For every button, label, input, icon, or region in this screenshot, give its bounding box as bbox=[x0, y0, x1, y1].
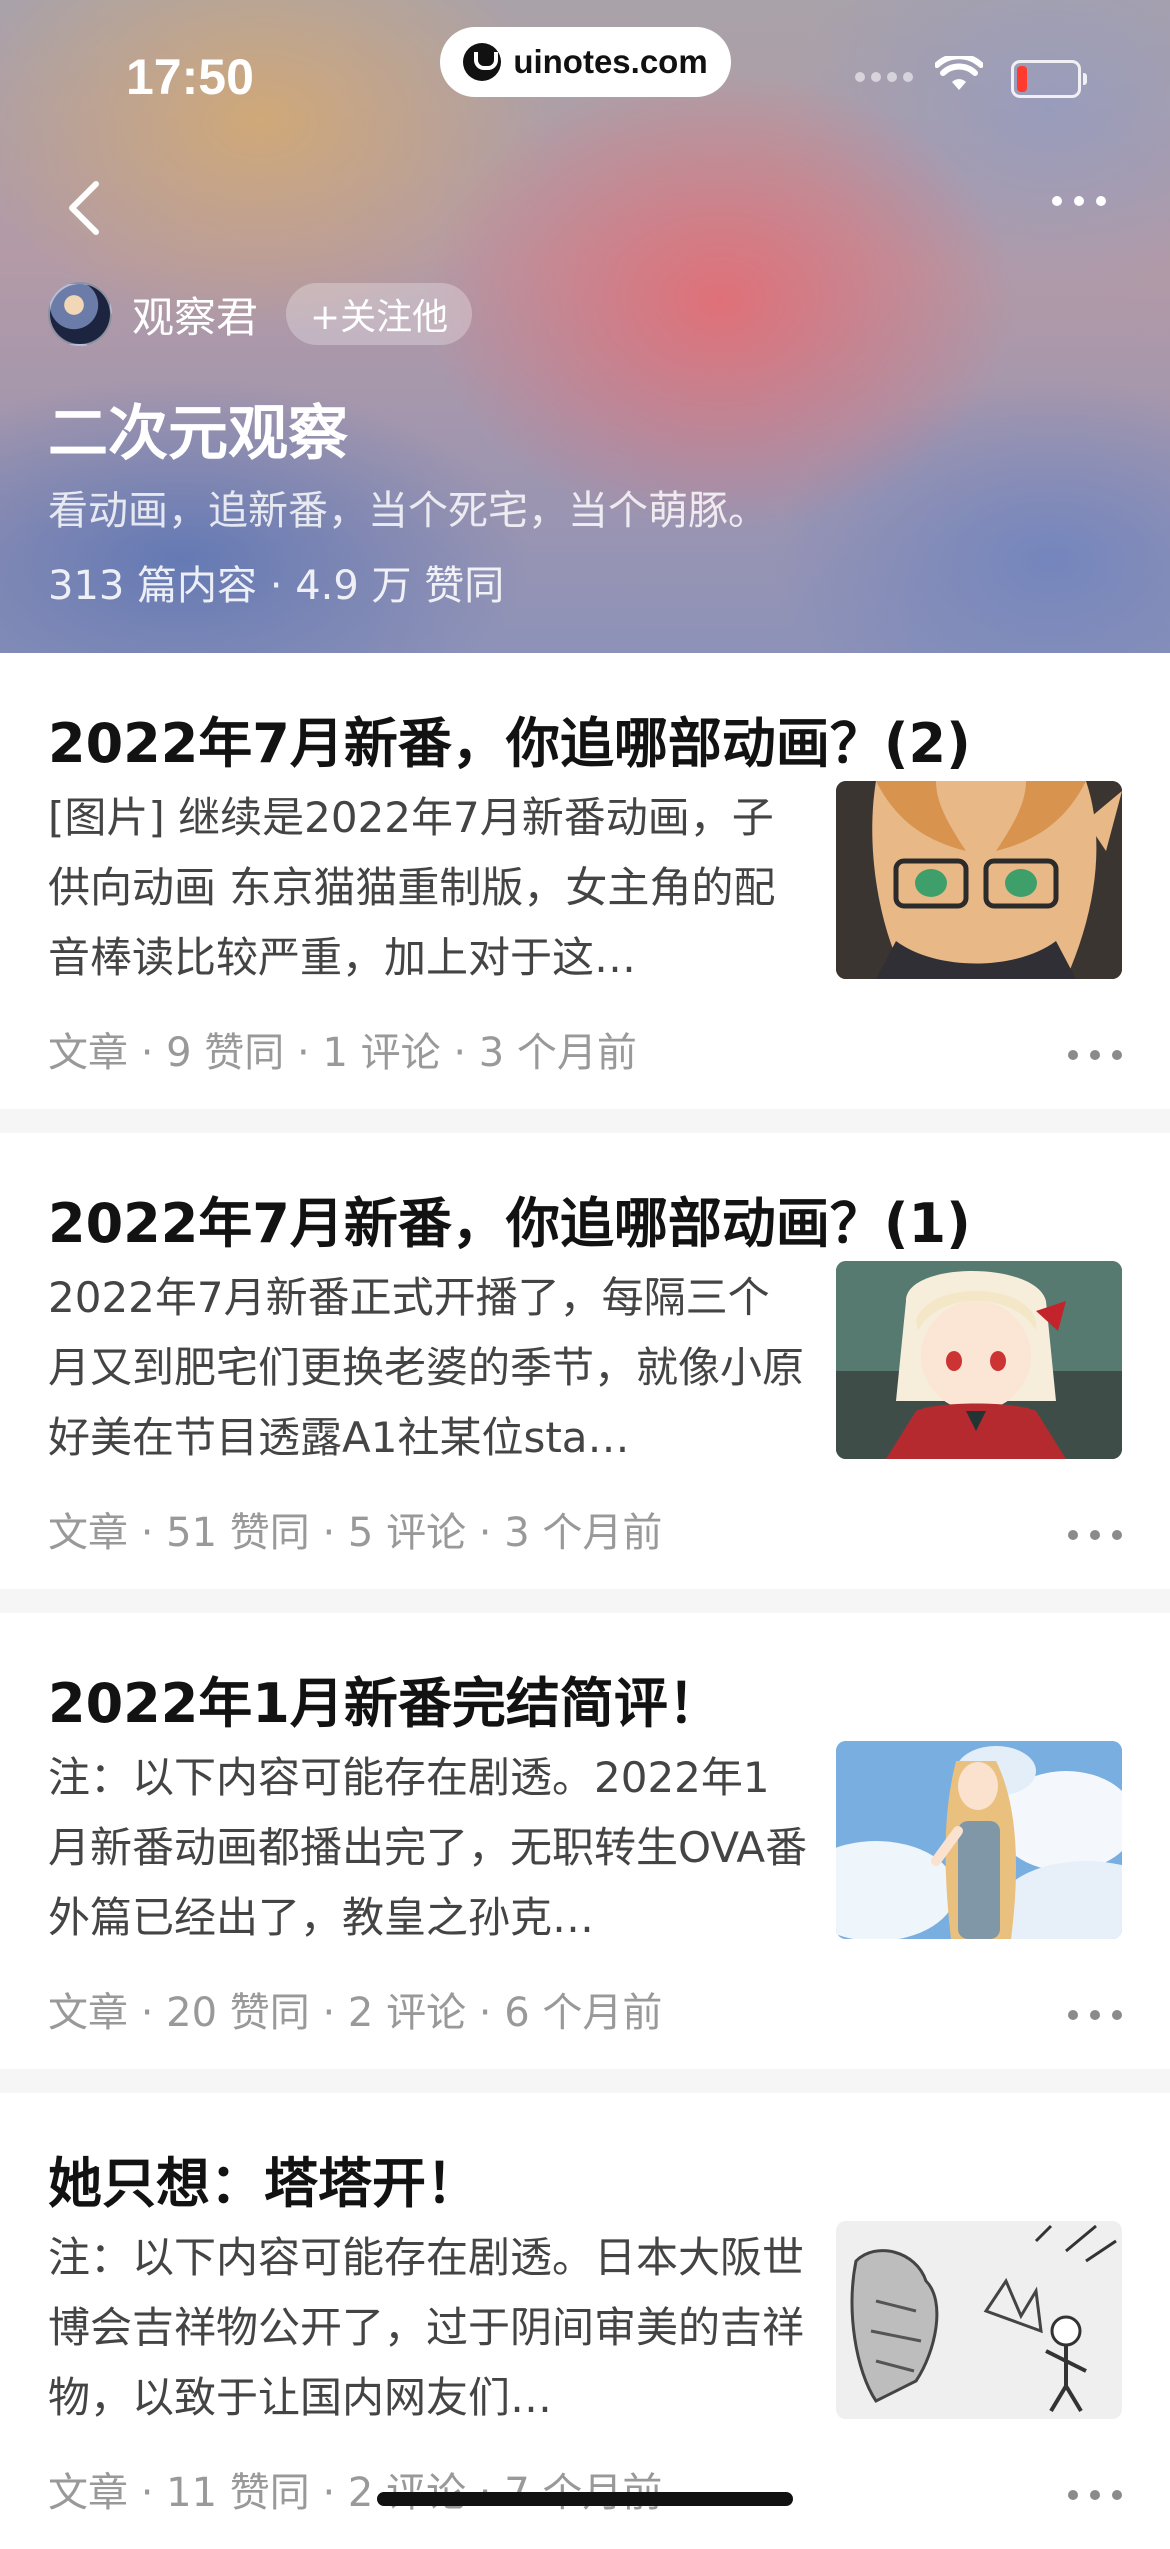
article-title[interactable]: 2022年7月新番，你追哪部动画？(1) bbox=[48, 1179, 971, 1258]
article-title[interactable]: 2022年1月新番完结简评！ bbox=[48, 1659, 722, 1738]
status-time: 17:50 bbox=[126, 49, 254, 105]
article-excerpt: [图片] 继续是2022年7月新番动画，子供向动画 东京猫猫重制版，女主角的配音… bbox=[48, 793, 776, 982]
article-card[interactable]: 2022年1月新番完结简评！ 注：以下内容可能存在剧透。2022年1月新番动画都… bbox=[0, 1613, 1170, 2069]
more-options-button[interactable] bbox=[1052, 196, 1106, 206]
home-indicator[interactable] bbox=[377, 2492, 793, 2506]
article-more-button[interactable] bbox=[1068, 2490, 1122, 2500]
article-meta: 文章 · 11 赞同 · 2 评论 · 7 个月前 bbox=[48, 2470, 663, 2516]
article-excerpt: 注：以下内容可能存在剧透。日本大阪世博会吉祥物公开了，过于阴间审美的吉祥物，以致… bbox=[48, 2233, 805, 2422]
wifi-icon bbox=[935, 56, 983, 90]
follow-button-label: +关注他 bbox=[310, 297, 449, 338]
article-card[interactable]: 她只想：塔塔开！ 注：以下内容可能存在剧透。日本大阪世博会吉祥物公开了，过于阴间… bbox=[0, 2093, 1170, 2549]
article-meta: 文章 · 51 赞同 · 5 评论 · 3 个月前 bbox=[48, 1510, 663, 1556]
cellular-signal-icon bbox=[855, 72, 913, 82]
author-name[interactable]: 观察君 bbox=[132, 284, 258, 345]
url-badge: uinotes.com bbox=[440, 27, 731, 97]
article-more-button[interactable] bbox=[1068, 1050, 1122, 1060]
article-card[interactable]: 2022年7月新番，你追哪部动画？(1) 2022年7月新番正式开播了，每隔三个… bbox=[0, 1133, 1170, 1589]
status-bar: 17:50 uinotes.com bbox=[0, 0, 1170, 140]
article-excerpt: 注：以下内容可能存在剧透。2022年1月新番动画都播出完了，无职转生OVA番外篇… bbox=[48, 1753, 808, 1942]
article-more-button[interactable] bbox=[1068, 1530, 1122, 1540]
avatar[interactable] bbox=[48, 282, 112, 346]
uinotes-logo-icon bbox=[463, 43, 502, 81]
follow-button[interactable]: +关注他 bbox=[286, 283, 473, 345]
back-button[interactable] bbox=[60, 178, 110, 238]
column-header: 17:50 uinotes.com 观察君 +关注他 二次元观察 看动画，追新番… bbox=[0, 0, 1170, 653]
article-title[interactable]: 2022年7月新番，你追哪部动画？(2) bbox=[48, 699, 971, 778]
column-stats: 313 篇内容 · 4.9 万 赞同 bbox=[48, 563, 505, 609]
article-meta: 文章 · 9 赞同 · 1 评论 · 3 个月前 bbox=[48, 1030, 637, 1076]
battery-icon bbox=[1011, 60, 1087, 98]
article-thumbnail[interactable] bbox=[836, 1741, 1122, 1939]
url-text: uinotes.com bbox=[513, 43, 708, 80]
article-thumbnail[interactable] bbox=[836, 1261, 1122, 1459]
column-title: 二次元观察 bbox=[48, 399, 348, 469]
article-excerpt: 2022年7月新番正式开播了，每隔三个月又到肥宅们更换老婆的季节，就像小原好美在… bbox=[48, 1273, 805, 1462]
article-more-button[interactable] bbox=[1068, 2010, 1122, 2020]
article-title[interactable]: 她只想：塔塔开！ bbox=[48, 2139, 480, 2218]
author-row: 观察君 +关注他 bbox=[48, 282, 473, 346]
article-card[interactable]: 2022年7月新番，你追哪部动画？(2) [图片] 继续是2022年7月新番动画… bbox=[0, 653, 1170, 1109]
article-thumbnail[interactable] bbox=[836, 2221, 1122, 2419]
article-thumbnail[interactable] bbox=[836, 781, 1122, 979]
column-description: 看动画，追新番，当个死宅，当个萌豚。 bbox=[48, 488, 768, 534]
article-meta: 文章 · 20 赞同 · 2 评论 · 6 个月前 bbox=[48, 1990, 663, 2036]
